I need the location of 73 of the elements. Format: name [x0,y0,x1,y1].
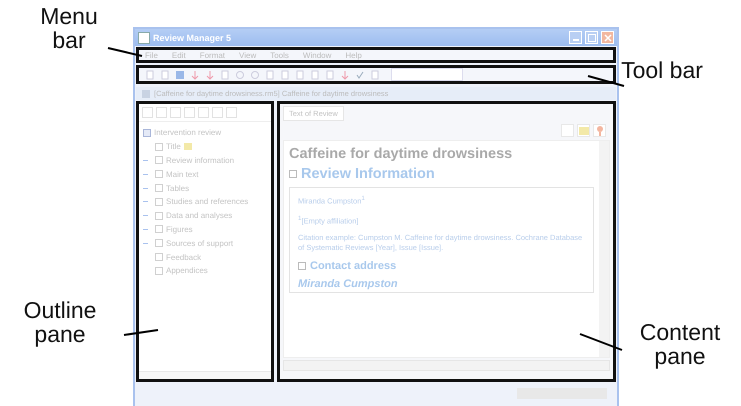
tree-item[interactable]: Title [166,142,181,152]
node-icon [155,198,163,206]
tree-item[interactable]: Sources of support [166,238,234,248]
help-icon[interactable] [593,124,606,137]
page-icon[interactable] [370,70,380,80]
close-button[interactable] [601,31,614,44]
menu-item[interactable]: Tools [270,50,289,60]
circle-icon[interactable] [250,70,260,80]
app-icon [138,32,150,44]
collapse-icon[interactable] [298,262,306,270]
toolbar-square-icon[interactable] [142,107,153,118]
callout-label: Tool bar [620,58,704,82]
node-icon [155,253,163,262]
node-icon [155,184,163,192]
review-title: Caffeine for daytime drowsiness [289,146,514,162]
arrow-icon[interactable] [340,70,350,80]
node-icon [155,156,163,164]
node-icon [155,212,163,220]
save-icon[interactable] [175,70,185,80]
tree-item[interactable]: Main text [166,170,198,179]
contact-name: Miranda Cumpston [298,278,399,290]
folder-icon[interactable] [577,124,590,137]
callout-label: Menu bar [39,4,99,52]
tree-item[interactable]: Feedback [166,252,202,262]
page-icon[interactable] [220,70,230,80]
leader-line [124,329,158,336]
node-icon [155,266,163,275]
menu-item[interactable]: Help [345,50,362,60]
tree-item[interactable]: Figures [166,224,193,234]
close-icon [604,34,612,42]
toolbar-square-icon[interactable] [170,107,181,118]
scrollbar[interactable] [599,141,609,357]
tree-item[interactable]: Data and analyses [166,211,232,220]
document-icon [142,90,150,98]
node-icon [155,239,163,248]
toolbar-square-icon[interactable] [226,107,237,118]
maximize-button[interactable] [585,31,598,44]
section-heading: Contact address [310,260,396,272]
toolbar-square-icon[interactable] [156,107,167,118]
minimize-button[interactable] [569,31,582,44]
tree-item[interactable]: Appendices [166,266,208,276]
node-icon [155,225,163,234]
callout-label: Outline pane [22,298,98,346]
toolbar-square-icon[interactable] [198,107,209,118]
leader-line [108,47,142,57]
note-icon [184,143,192,150]
menu-item[interactable]: File [145,50,158,60]
scrollbar[interactable] [139,371,271,379]
dropdown-field[interactable] [391,68,463,81]
section-heading: Review Information [301,166,435,182]
node-icon [155,170,163,178]
arrow-icon[interactable] [190,70,200,80]
menu-item[interactable]: Format [200,50,226,60]
toolbar-square-icon[interactable] [184,107,195,118]
collapse-icon[interactable] [289,170,297,178]
leader-line [580,333,622,351]
toolbar-square-icon[interactable] [212,107,223,118]
callout-label: Content pane [638,320,722,368]
tree-item[interactable]: Studies and references [166,197,248,206]
arrow-icon[interactable] [205,70,215,80]
node-icon [155,142,163,151]
menu-item[interactable]: Edit [172,50,186,60]
review-icon [143,128,151,137]
menu-item[interactable]: Window [302,50,332,60]
circle-icon[interactable] [235,70,245,80]
check-icon[interactable] [355,70,365,80]
menu-item[interactable]: View [239,50,256,60]
window-title: Review Manager 5 [153,32,232,42]
tree-item[interactable]: Tables [166,184,190,193]
tree-item[interactable]: Intervention review [154,128,222,138]
tree-item[interactable]: Review information [166,156,234,165]
minimize-icon [572,39,578,41]
maximize-icon [588,34,596,42]
